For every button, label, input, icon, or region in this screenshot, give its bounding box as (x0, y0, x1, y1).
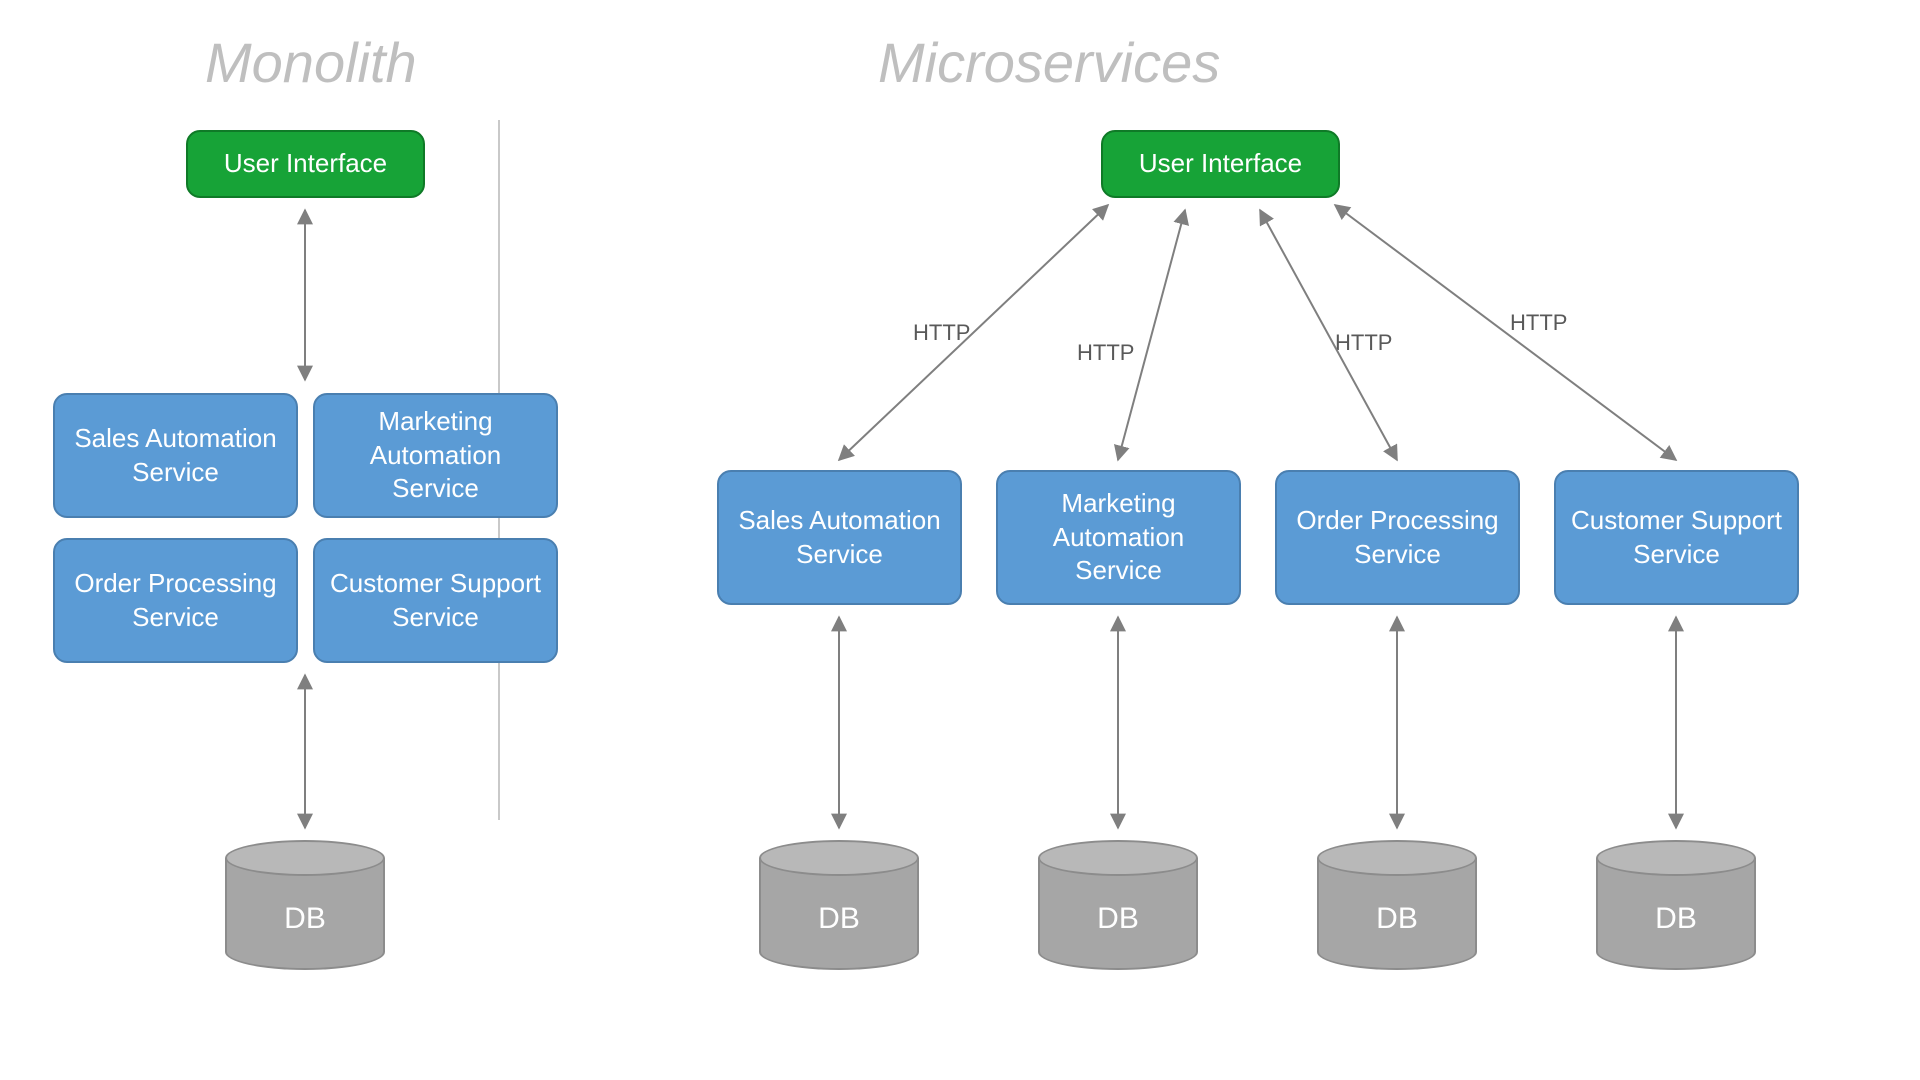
micro-db-icon-3: DB (1317, 840, 1477, 970)
monolith-service-order: Order Processing Service (53, 538, 298, 663)
db-label: DB (1317, 902, 1477, 936)
http-label-3: HTTP (1335, 330, 1392, 356)
monolith-service-marketing: Marketing Automation Service (313, 393, 558, 518)
micro-service-label: Order Processing Service (1287, 504, 1508, 572)
micro-ui-label: User Interface (1139, 147, 1302, 181)
db-label: DB (759, 902, 919, 936)
micro-db-icon-1: DB (759, 840, 919, 970)
title-microservices: Microservices (878, 30, 1220, 95)
monolith-ui-box: User Interface (186, 130, 425, 198)
db-label: DB (1596, 902, 1756, 936)
micro-service-marketing: Marketing Automation Service (996, 470, 1241, 605)
http-label-1: HTTP (913, 320, 970, 346)
monolith-service-label: Marketing Automation Service (325, 405, 546, 506)
micro-service-support: Customer Support Service (1554, 470, 1799, 605)
micro-service-sales: Sales Automation Service (717, 470, 962, 605)
monolith-service-label: Sales Automation Service (65, 422, 286, 490)
http-label-4: HTTP (1510, 310, 1567, 336)
monolith-service-label: Customer Support Service (325, 567, 546, 635)
micro-service-label: Marketing Automation Service (1008, 487, 1229, 588)
db-label: DB (225, 902, 385, 936)
monolith-ui-label: User Interface (224, 147, 387, 181)
micro-service-label: Customer Support Service (1566, 504, 1787, 572)
title-monolith: Monolith (205, 30, 417, 95)
micro-db-icon-4: DB (1596, 840, 1756, 970)
monolith-db-icon: DB (225, 840, 385, 970)
micro-service-label: Sales Automation Service (729, 504, 950, 572)
micro-ui-box: User Interface (1101, 130, 1340, 198)
monolith-service-label: Order Processing Service (65, 567, 286, 635)
micro-db-icon-2: DB (1038, 840, 1198, 970)
http-label-2: HTTP (1077, 340, 1134, 366)
monolith-service-support: Customer Support Service (313, 538, 558, 663)
micro-service-order: Order Processing Service (1275, 470, 1520, 605)
monolith-service-sales: Sales Automation Service (53, 393, 298, 518)
db-label: DB (1038, 902, 1198, 936)
